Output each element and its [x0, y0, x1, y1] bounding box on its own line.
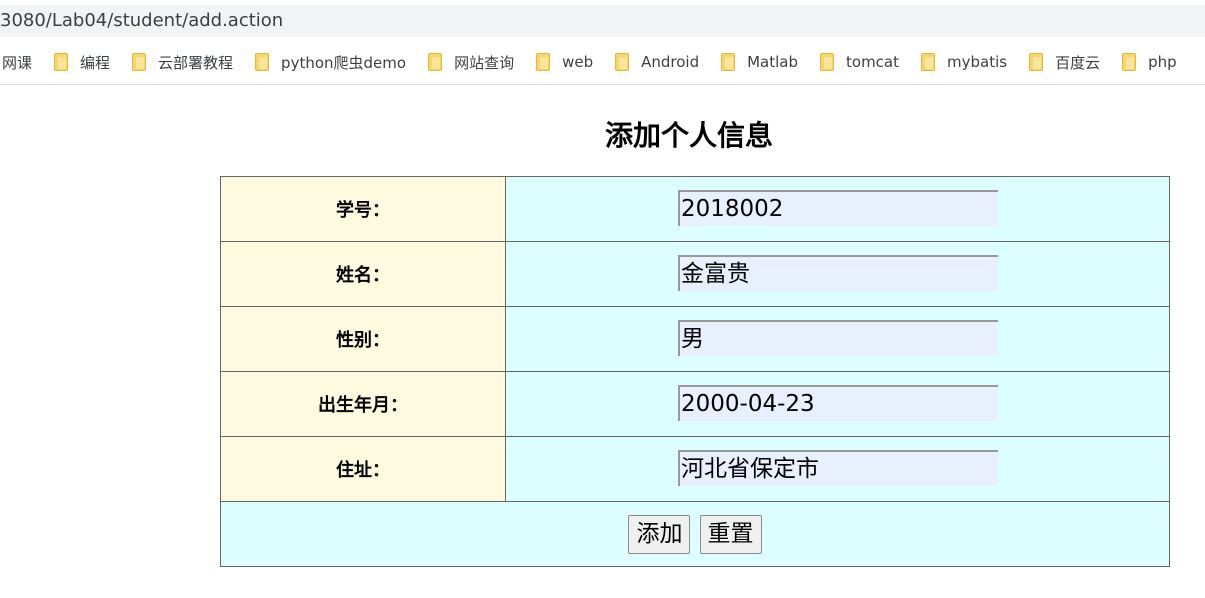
- folder-icon: [820, 53, 835, 71]
- folder-icon: [921, 53, 936, 71]
- bookmark-baiduyun[interactable]: 百度云: [1029, 48, 1100, 76]
- student-id-input[interactable]: 2018002: [678, 190, 998, 226]
- name-input[interactable]: 金富贵: [678, 255, 998, 291]
- folder-icon: [536, 53, 551, 71]
- form-row-id: 学号： 2018002: [220, 176, 1170, 242]
- bookmark-label: php: [1148, 53, 1177, 71]
- form-row-name: 姓名： 金富贵: [220, 241, 1170, 307]
- field-label: 住址：: [220, 436, 506, 502]
- actions-cell: 添加 重置: [220, 501, 1170, 567]
- field-label: 出生年月：: [220, 371, 506, 437]
- bookmark-label: 网课: [2, 53, 33, 72]
- folder-icon: [1029, 53, 1044, 71]
- bookmark-wangke[interactable]: 网课: [2, 48, 32, 76]
- folder-icon: [1122, 53, 1137, 71]
- form-row-actions: 添加 重置: [220, 501, 1170, 567]
- address-input[interactable]: 河北省保定市: [678, 450, 998, 486]
- bookmark-label: mybatis: [947, 53, 1008, 71]
- folder-icon: [132, 53, 147, 71]
- field-label: 姓名：: [220, 241, 506, 307]
- bookmark-wangzhan[interactable]: 网站查询: [428, 48, 514, 76]
- bookmarks-bar: 网课 编程 云部署教程 python爬虫demo 网站查询 web Androi…: [0, 40, 1205, 85]
- bookmark-mybatis[interactable]: mybatis: [921, 48, 1007, 76]
- field-label: 学号：: [220, 176, 506, 242]
- gender-input[interactable]: 男: [678, 320, 998, 356]
- form-row-gender: 性别： 男: [220, 306, 1170, 372]
- bookmark-label: web: [562, 53, 594, 71]
- form-row-birth: 出生年月： 2000-04-23: [220, 371, 1170, 437]
- form-row-address: 住址： 河北省保定市: [220, 436, 1170, 502]
- bookmark-label: 云部署教程: [158, 53, 234, 72]
- bookmark-biancheng[interactable]: 编程: [54, 48, 110, 76]
- add-button[interactable]: 添加: [628, 514, 691, 554]
- url-field[interactable]: 3080/Lab04/student/add.action: [0, 5, 1205, 37]
- folder-icon: [615, 53, 630, 71]
- bookmark-web[interactable]: web: [536, 48, 593, 76]
- field-cell: 2018002: [505, 176, 1170, 242]
- bookmark-android[interactable]: Android: [615, 48, 699, 76]
- bookmark-yunbushu[interactable]: 云部署教程: [132, 48, 233, 76]
- bookmark-label: Android: [641, 53, 700, 71]
- reset-button[interactable]: 重置: [699, 514, 762, 554]
- bookmark-label: 网站查询: [454, 53, 515, 72]
- bookmark-label: tomcat: [846, 53, 900, 71]
- bookmark-php[interactable]: php: [1122, 48, 1177, 76]
- bookmark-python[interactable]: python爬虫demo: [255, 48, 406, 76]
- folder-icon: [255, 53, 270, 71]
- student-form: 学号： 2018002 姓名： 金富贵 性别： 男 出生年月： 2000-04-…: [220, 176, 1170, 567]
- field-cell: 2000-04-23: [505, 371, 1170, 437]
- bookmark-label: 编程: [80, 53, 111, 72]
- bookmark-label: Matlab: [747, 53, 799, 71]
- folder-icon: [721, 53, 736, 71]
- field-cell: 河北省保定市: [505, 436, 1170, 502]
- bookmark-label: python爬虫demo: [281, 53, 407, 72]
- field-cell: 男: [505, 306, 1170, 372]
- bookmark-tomcat[interactable]: tomcat: [820, 48, 899, 76]
- field-label: 性别：: [220, 306, 506, 372]
- bookmark-label: 百度云: [1055, 53, 1101, 72]
- folder-icon: [428, 53, 443, 71]
- folder-icon: [54, 53, 69, 71]
- page-title: 添加个人信息: [605, 119, 774, 152]
- birth-date-input[interactable]: 2000-04-23: [678, 385, 998, 421]
- bookmark-matlab[interactable]: Matlab: [721, 48, 798, 76]
- address-bar: 3080/Lab04/student/add.action: [0, 0, 1205, 40]
- field-cell: 金富贵: [505, 241, 1170, 307]
